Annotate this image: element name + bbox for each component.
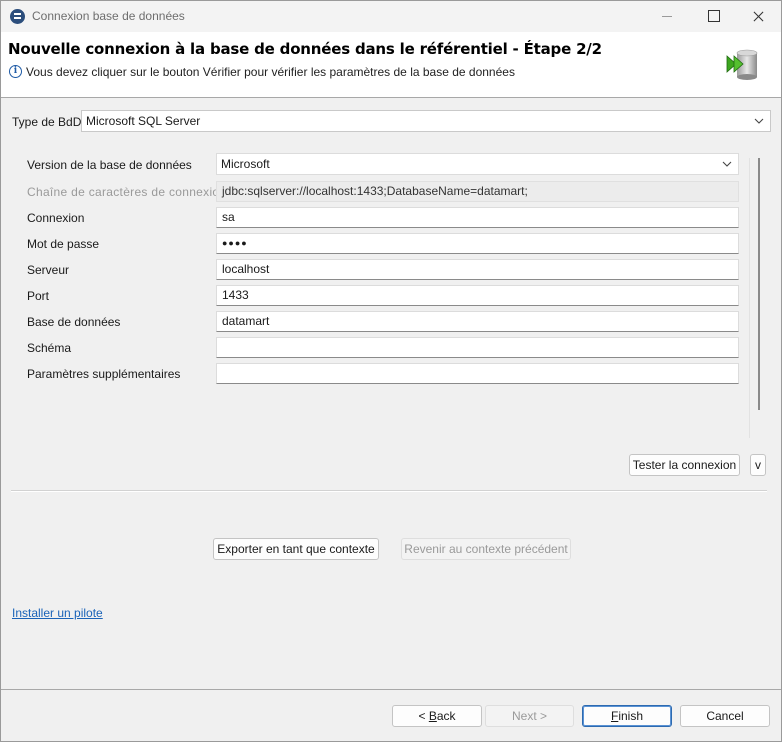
title-bar: Connexion base de données (1, 1, 781, 32)
connection-string-field: jdbc:sqlserver://localhost:1433;Database… (216, 181, 739, 202)
back-prefix: < (418, 709, 429, 723)
scrollbar[interactable] (758, 158, 760, 410)
wizard-header: Nouvelle connexion à la base de données … (1, 32, 781, 98)
window-title: Connexion base de données (32, 9, 185, 23)
database-label: Base de données (27, 315, 121, 329)
login-label: Connexion (27, 211, 85, 225)
schema-label: Schéma (27, 341, 72, 355)
maximize-button[interactable] (691, 1, 737, 32)
install-driver-link[interactable]: Installer un pilote (12, 606, 103, 620)
login-input[interactable]: sa (216, 207, 739, 228)
database-input[interactable]: datamart (216, 311, 739, 332)
export-context-button[interactable]: Exporter en tant que contexte (213, 538, 379, 560)
db-type-value: Microsoft SQL Server (86, 114, 201, 128)
finish-rest: inish (618, 709, 644, 723)
revert-context-button: Revenir au contexte précédent (401, 538, 571, 560)
password-input[interactable]: ●●●● (216, 233, 739, 254)
back-rest: ack (436, 709, 456, 723)
db-type-select[interactable]: Microsoft SQL Server (81, 110, 771, 132)
version-label: Version de la base de données (27, 158, 192, 172)
server-input[interactable]: localhost (216, 259, 739, 280)
port-label: Port (27, 289, 50, 303)
separator (11, 490, 767, 492)
finish-button[interactable]: Finish (582, 705, 672, 727)
test-connection-button[interactable]: Tester la connexion (629, 454, 740, 476)
db-type-label: Type de BdD (12, 115, 82, 129)
minimize-button[interactable] (645, 1, 691, 32)
database-arrow-icon (726, 49, 758, 80)
version-value: Microsoft (221, 157, 270, 171)
close-button[interactable] (737, 1, 781, 32)
wizard-title: Nouvelle connexion à la base de données … (8, 40, 602, 58)
port-input[interactable]: 1433 (216, 285, 739, 306)
chevron-down-icon (754, 118, 764, 124)
info-icon: i (9, 65, 22, 78)
wizard-message: Vous devez cliquer sur le bouton Vérifie… (26, 65, 515, 79)
extra-params-input[interactable] (216, 363, 739, 384)
version-select[interactable]: Microsoft (216, 153, 739, 175)
chevron-down-icon (722, 161, 732, 167)
scrollbar-track (749, 158, 750, 438)
password-label: Mot de passe (27, 237, 100, 251)
back-button[interactable]: < Back (392, 705, 482, 727)
schema-input[interactable] (216, 337, 739, 358)
server-label: Serveur (27, 263, 70, 277)
extra-params-label: Paramètres supplémentaires (27, 367, 181, 381)
dialog-window: Connexion base de données Nouvelle conne… (0, 0, 782, 742)
footer-divider (1, 689, 781, 690)
next-button: Next > (485, 705, 574, 727)
cancel-button[interactable]: Cancel (680, 705, 770, 727)
v-button[interactable]: v (750, 454, 766, 476)
connection-string-label: Chaîne de caractères de connexion (27, 185, 227, 199)
back-mnemonic: B (428, 709, 437, 723)
app-icon (10, 9, 25, 24)
